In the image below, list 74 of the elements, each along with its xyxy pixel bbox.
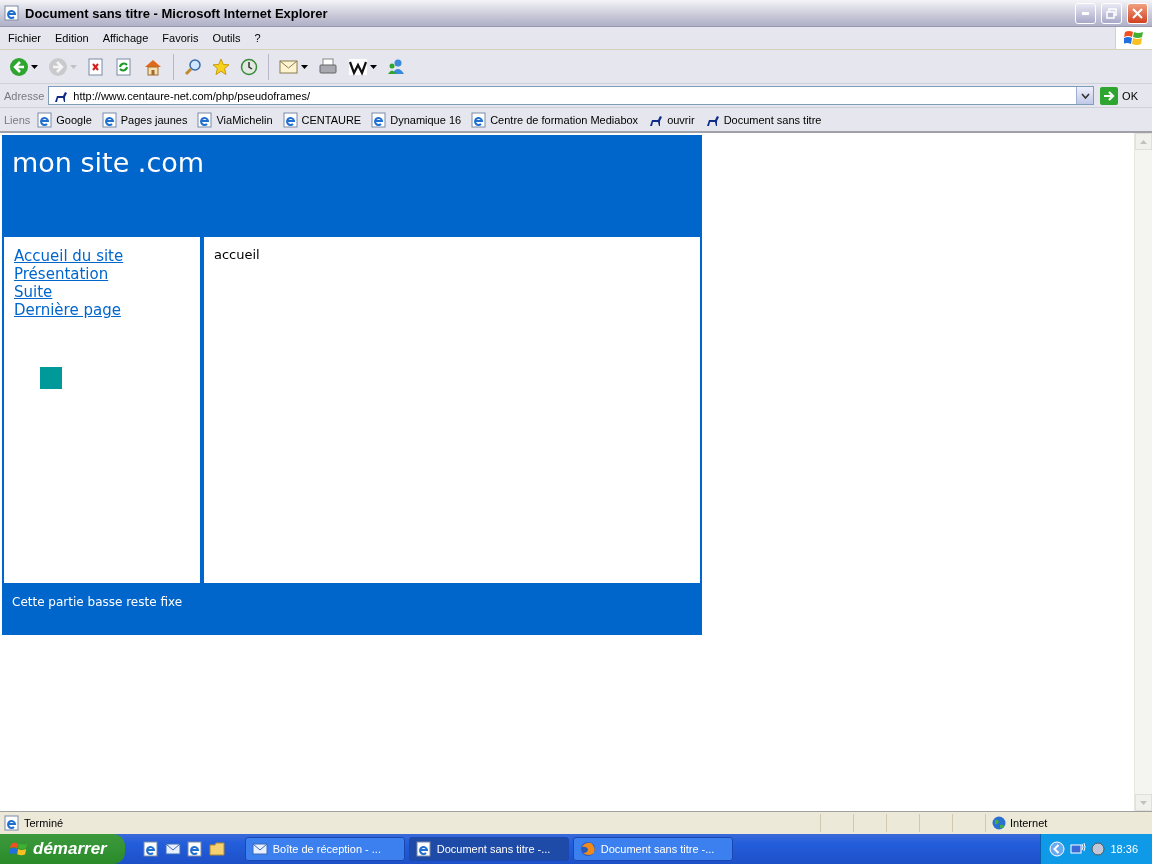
flag-icon (10, 841, 28, 857)
close-icon (1132, 7, 1143, 19)
page-text: accueil (214, 247, 260, 262)
link-button[interactable]: Centre de formation Mediabox (468, 111, 642, 128)
zone-text: Internet (1010, 817, 1048, 829)
site-title: mon site .com (12, 147, 205, 178)
taskbar-button[interactable]: Document sans titre -... (572, 837, 733, 861)
globe-icon (579, 841, 596, 857)
network-icon[interactable] (1070, 842, 1087, 856)
word-icon[interactable] (348, 57, 368, 76)
link-button[interactable]: ViaMichelin (194, 111, 276, 128)
ie-icon (37, 111, 54, 128)
nav-link[interactable]: Dernière page (14, 301, 121, 319)
mail-icon (164, 841, 181, 857)
link-button[interactable]: ouvrir (645, 111, 698, 128)
link-button[interactable]: Google (34, 111, 95, 128)
ie-icon (471, 111, 488, 128)
messenger-icon[interactable] (387, 57, 405, 76)
ie-icon (186, 841, 203, 857)
dropdown-button[interactable] (1076, 87, 1094, 104)
status-text: Terminé (24, 817, 64, 829)
clock: 18:36 (1110, 843, 1138, 855)
square-icon (40, 367, 62, 389)
search-icon[interactable] (184, 57, 202, 76)
caret-icon[interactable] (301, 64, 308, 69)
close-button[interactable] (1127, 2, 1148, 24)
mail-icon (251, 841, 268, 857)
restore-button[interactable] (1101, 2, 1122, 24)
go-button[interactable]: OK (1098, 86, 1148, 105)
start-button[interactable]: démarrer (0, 834, 125, 864)
menu-item[interactable]: Affichage (96, 30, 155, 46)
address-field[interactable]: http://www.centaure-net.com/php/pseudoframes/ (48, 86, 1095, 105)
minimize-icon (1082, 11, 1089, 15)
links-label: Liens (4, 113, 31, 126)
menu-item[interactable]: Fichier (2, 30, 47, 46)
globe-icon (992, 816, 1006, 830)
printer-icon[interactable] (318, 57, 338, 76)
document-icon (142, 841, 159, 857)
ie-icon (415, 841, 432, 857)
caret-icon[interactable] (31, 64, 38, 69)
link-button[interactable]: Document sans titre (701, 111, 825, 128)
ie-icon (4, 5, 20, 21)
speaker-icon[interactable] (1091, 842, 1106, 856)
chevron-icon[interactable] (1049, 841, 1066, 857)
menu-item[interactable]: ? (248, 30, 267, 46)
ie-icon (371, 111, 388, 128)
menu-item[interactable]: Outils (206, 30, 247, 46)
nav-link[interactable]: Accueil du site (14, 247, 124, 265)
caret-icon (1080, 92, 1090, 99)
minimize-button[interactable] (1075, 2, 1096, 24)
ie-icon (101, 111, 118, 128)
star-icon[interactable] (212, 57, 230, 76)
page-icon (4, 815, 20, 831)
ie-icon (282, 111, 299, 128)
link-button[interactable]: Pages jaunes (98, 111, 191, 128)
caret-icon[interactable] (370, 64, 377, 69)
menu-item[interactable]: Favoris (156, 30, 205, 46)
refresh-icon[interactable] (115, 57, 133, 76)
taskbar-button[interactable]: Document sans titre -... (408, 837, 569, 861)
footer-text: Cette partie basse reste fixe (12, 595, 183, 609)
ie-icon (197, 111, 214, 128)
nav-link[interactable]: Présentation (14, 265, 109, 283)
taskbar-button[interactable]: Boîte de réception - ... (244, 837, 405, 861)
stop-icon[interactable] (87, 57, 105, 76)
window-title: Document sans titre - Microsoft Internet Explorer (25, 5, 329, 21)
history-icon[interactable] (240, 57, 258, 76)
home-icon[interactable] (143, 57, 163, 76)
restore-icon (1106, 7, 1117, 19)
link-button[interactable]: Dynamique 16 (368, 111, 465, 128)
link-button[interactable]: CENTAURE (279, 111, 365, 128)
menu-item[interactable]: Edition (49, 30, 95, 46)
folder-icon[interactable] (208, 841, 225, 857)
nav-link[interactable]: Suite (14, 283, 53, 301)
address-label: Adresse (4, 89, 45, 102)
